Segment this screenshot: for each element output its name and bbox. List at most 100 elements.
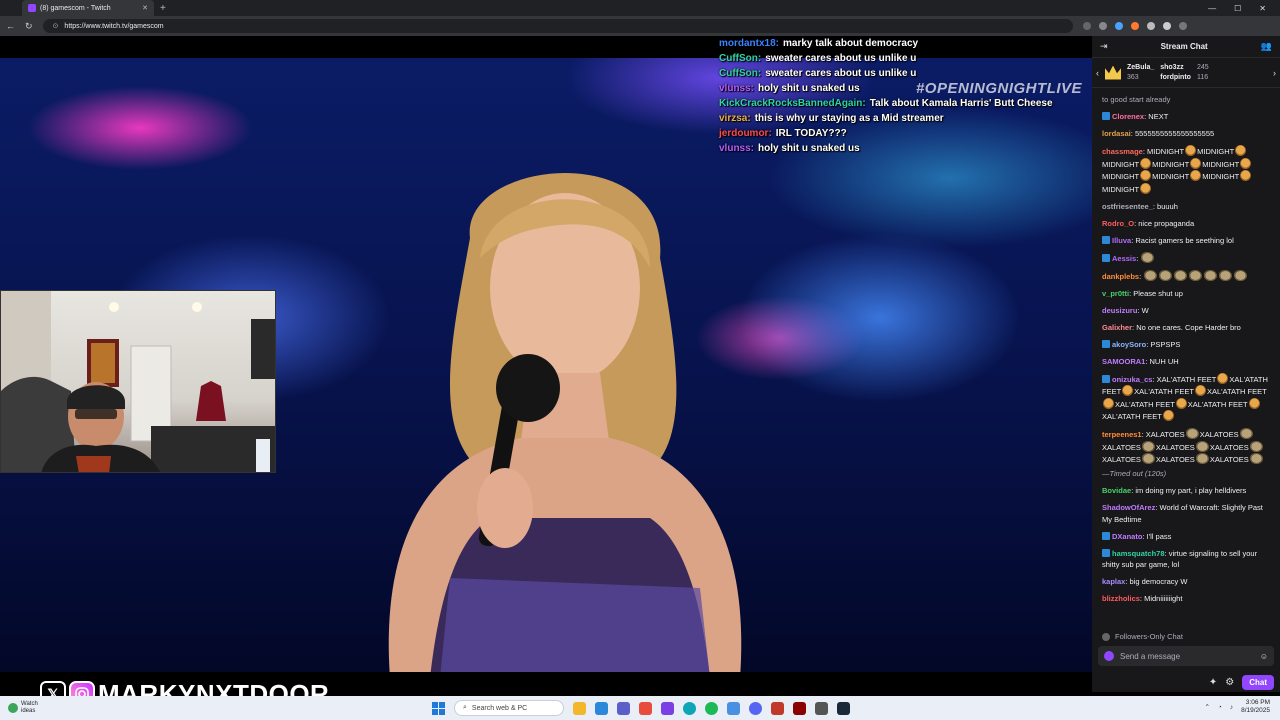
emote-icon[interactable] — [1189, 269, 1203, 281]
chat-username[interactable]: akoySoro — [1112, 340, 1146, 349]
emote-icon[interactable] — [1144, 269, 1158, 281]
emote-icon[interactable] — [1141, 440, 1155, 452]
emote-icon[interactable] — [1190, 170, 1202, 181]
chat-username[interactable]: Galixher — [1102, 323, 1132, 332]
chat-username[interactable]: SAMOORA1 — [1102, 357, 1145, 366]
chevron-up-icon[interactable]: ⌃ — [1204, 703, 1209, 711]
app-icon[interactable] — [727, 701, 740, 715]
chat-username[interactable]: ostfriesentee_ — [1102, 202, 1153, 211]
profile-avatar[interactable] — [1162, 22, 1171, 30]
collapse-chat-icon[interactable]: ⇥ — [1100, 41, 1108, 52]
app-icon[interactable] — [639, 701, 652, 715]
emote-icon[interactable] — [1217, 372, 1229, 384]
browser-tab[interactable]: (8) gamescom - Twitch ✕ — [22, 0, 154, 16]
discord-icon[interactable] — [749, 701, 762, 715]
chevron-left-icon[interactable]: ‹ — [1096, 68, 1099, 78]
chat-username[interactable]: ShadowOfArez — [1102, 503, 1155, 512]
leaderboard-entry[interactable]: sho3zz fordpinto — [1160, 63, 1191, 83]
chat-username[interactable]: Aessis — [1112, 254, 1136, 263]
app-icon[interactable] — [793, 701, 806, 715]
emote-icon[interactable] — [1195, 453, 1209, 464]
users-icon[interactable]: 👥 — [1261, 41, 1272, 52]
emote-icon[interactable] — [1140, 182, 1152, 194]
wifi-icon[interactable]: ◔ — [1218, 704, 1222, 711]
emote-icon[interactable] — [1141, 251, 1155, 263]
emote-icon[interactable] — [1239, 428, 1253, 439]
chat-username[interactable]: chassmage — [1102, 147, 1143, 156]
emote-icon[interactable] — [1249, 440, 1263, 452]
clock[interactable]: 3:06 PM 8/19/2025 — [1241, 699, 1270, 715]
close-window-icon[interactable]: ✕ — [1259, 4, 1266, 13]
emote-icon[interactable] — [1185, 145, 1197, 156]
chat-username[interactable]: Rodro_O — [1102, 219, 1134, 228]
app-icon[interactable] — [771, 701, 784, 715]
emote-icon[interactable] — [1141, 453, 1155, 464]
emote-icon[interactable] — [1159, 269, 1173, 281]
chat-username[interactable]: onizuka_cs — [1112, 375, 1152, 384]
chat-username[interactable]: kaplax — [1102, 577, 1125, 586]
badge-icon[interactable] — [1102, 339, 1110, 348]
emote-icon[interactable] — [1195, 440, 1209, 452]
taskbar-search[interactable]: ⌕ Search web & PC — [454, 700, 564, 716]
app-icon[interactable] — [661, 701, 674, 715]
emote-icon[interactable] — [1185, 428, 1199, 439]
emote-icon[interactable] — [1194, 385, 1206, 396]
widgets-button[interactable]: Watch ideas — [0, 701, 38, 715]
emote-icon[interactable] — [1240, 170, 1252, 181]
emote-icon[interactable] — [1234, 269, 1248, 281]
leaderboard-entry[interactable]: ZeBula_ 363 — [1127, 63, 1154, 83]
windows-start-icon[interactable] — [432, 701, 445, 715]
badge-icon[interactable] — [1102, 548, 1110, 557]
chat-username[interactable]: v_pr0tti — [1102, 289, 1129, 298]
extension-icon[interactable] — [1146, 22, 1155, 30]
chat-input[interactable]: Send a message ☺ — [1098, 646, 1274, 666]
emote-icon[interactable] — [1140, 157, 1152, 169]
chat-username[interactable]: Bovidae — [1102, 486, 1131, 495]
emote-icon[interactable] — [1240, 157, 1252, 169]
app-icon[interactable] — [573, 701, 586, 715]
emote-icon[interactable] — [1103, 397, 1114, 409]
badge-icon[interactable] — [1102, 112, 1110, 120]
emote-icon[interactable] — [1219, 269, 1233, 281]
maximize-icon[interactable]: ☐ — [1234, 4, 1241, 13]
emote-icon[interactable] — [1162, 410, 1174, 421]
chat-username[interactable]: deusizuru — [1102, 306, 1137, 315]
chat-username[interactable]: dankplebs — [1102, 272, 1139, 281]
site-info-icon[interactable]: ⊙ — [53, 22, 59, 30]
menu-icon[interactable] — [1178, 22, 1187, 30]
close-tab-icon[interactable]: ✕ — [142, 4, 148, 12]
emote-icon[interactable] — [1174, 269, 1188, 281]
chat-username[interactable]: blizzholics — [1102, 594, 1140, 603]
chat-username[interactable]: hamsquatch78 — [1112, 549, 1165, 558]
new-tab-icon[interactable]: + — [160, 3, 166, 14]
url-field[interactable]: ⊙ https://www.twitch.tv/gamescom — [42, 19, 1073, 33]
app-icon[interactable] — [595, 701, 608, 715]
extension-icon[interactable] — [1114, 22, 1123, 30]
chevron-right-icon[interactable]: › — [1273, 68, 1276, 78]
chat-username[interactable]: Illuva — [1112, 236, 1131, 245]
emote-icon[interactable] — [1175, 397, 1187, 409]
badge-icon[interactable] — [1102, 531, 1110, 540]
emote-icon[interactable] — [1204, 269, 1218, 281]
chat-username[interactable]: terpeenes1 — [1102, 430, 1142, 439]
edge-icon[interactable] — [683, 701, 696, 715]
chat-username[interactable]: lordasai — [1102, 129, 1131, 138]
emote-icon[interactable] — [1249, 453, 1263, 464]
emote-picker-icon[interactable]: ☺ — [1260, 652, 1268, 661]
app-icon[interactable] — [617, 701, 630, 715]
emote-icon[interactable] — [1190, 157, 1202, 169]
emote-icon[interactable] — [1248, 397, 1260, 409]
badge-picker-icon[interactable] — [1104, 651, 1114, 661]
chat-send-button[interactable]: Chat — [1242, 674, 1274, 690]
emote-icon[interactable] — [1122, 385, 1134, 396]
emote-icon[interactable] — [1235, 145, 1247, 156]
minimize-icon[interactable]: — — [1208, 4, 1216, 13]
chat-username[interactable]: Clorenex — [1112, 112, 1144, 121]
badge-icon[interactable] — [1102, 235, 1110, 244]
volume-icon[interactable]: ♪ — [1230, 704, 1233, 711]
zoom-icon[interactable] — [1082, 22, 1091, 30]
video-player[interactable]: #OPENINGNIGHTLIVE mordantx18: marky talk … — [0, 36, 1092, 672]
emote-icon[interactable] — [1140, 170, 1152, 181]
bookmark-icon[interactable] — [1098, 22, 1107, 30]
spotify-icon[interactable] — [705, 701, 718, 715]
